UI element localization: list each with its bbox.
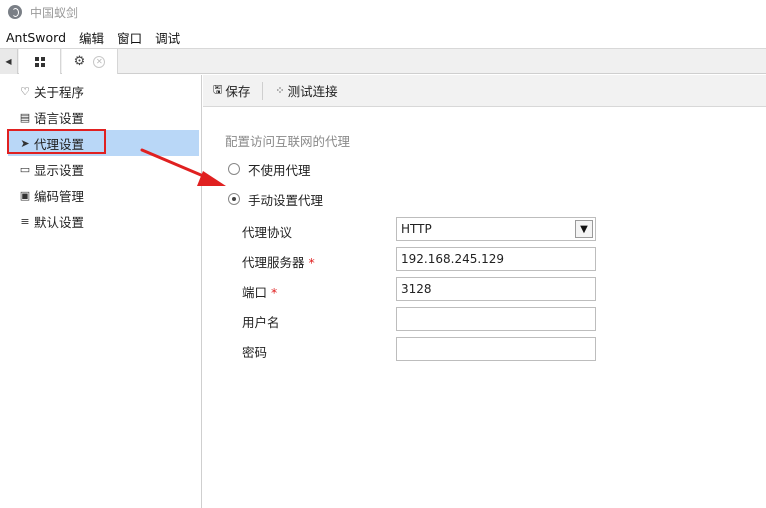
encoding-icon: ▣ — [19, 188, 31, 202]
sliders-icon: ≡ — [20, 214, 30, 228]
radio-manual-proxy[interactable]: 手动设置代理 — [228, 191, 324, 208]
sidebar-item-about[interactable]: ♡ 关于程序 — [8, 78, 199, 104]
sidebar-item-label: 编码管理 — [34, 188, 85, 204]
menu-edit[interactable]: 编辑 — [79, 28, 104, 47]
caret-left-icon: ◀ — [5, 57, 12, 66]
tab-bar: ◀ ⚙ ✕ — [0, 48, 766, 74]
sidebar-item-label: 关于程序 — [34, 84, 85, 100]
radio-no-proxy[interactable]: 不使用代理 — [228, 161, 311, 178]
username-label: 用户名 — [242, 315, 280, 330]
password-input[interactable] — [396, 337, 596, 361]
radio-no-proxy-label: 不使用代理 — [248, 162, 311, 178]
sidebar-item-language[interactable]: ▤ 语言设置 — [8, 104, 199, 130]
menu-bar: AntSword 编辑 窗口 调试 — [0, 27, 187, 47]
tab-shell-list[interactable] — [19, 49, 61, 74]
test-connection-button[interactable]: ⁘ 测试连接 — [275, 81, 337, 100]
sidebar-item-encoding[interactable]: ▣ 编码管理 — [8, 182, 199, 208]
gear-icon: ⚙ — [73, 54, 86, 69]
monitor-icon: ▭ — [19, 162, 31, 176]
proxy-section-title: 配置访问互联网的代理 — [225, 134, 351, 149]
tab-scroll-left-button[interactable]: ◀ — [0, 49, 18, 74]
password-label: 密码 — [242, 345, 268, 360]
sidebar-item-display[interactable]: ▭ 显示设置 — [8, 156, 199, 182]
settings-toolbar: 🖫 保存 ⁘ 测试连接 — [203, 75, 766, 107]
sidebar-item-defaults[interactable]: ≡ 默认设置 — [8, 208, 199, 234]
menu-window[interactable]: 窗口 — [117, 28, 142, 47]
menu-antsword[interactable]: AntSword — [6, 30, 66, 45]
tab-settings[interactable]: ⚙ ✕ — [62, 49, 118, 74]
port-input[interactable] — [396, 277, 596, 301]
username-input[interactable] — [396, 307, 596, 331]
spinner-icon: ⁘ — [275, 84, 285, 97]
proxy-server-input[interactable] — [396, 247, 596, 271]
required-asterisk: * — [271, 285, 278, 300]
toolbar-divider — [262, 81, 264, 100]
grid-icon — [34, 56, 45, 67]
language-icon: ▤ — [19, 110, 31, 124]
annotation-highlight-box — [7, 129, 106, 154]
protocol-label: 代理协议 — [242, 225, 293, 240]
sidebar-item-label: 默认设置 — [34, 214, 85, 230]
sidebar-item-label: 显示设置 — [34, 162, 85, 178]
chevron-down-icon[interactable]: ▼ — [575, 220, 593, 238]
required-asterisk: * — [308, 255, 315, 270]
title-bar: 中国蚁剑 — [0, 0, 766, 24]
heart-icon: ♡ — [20, 84, 30, 98]
radio-circle-checked[interactable] — [228, 193, 240, 205]
port-label-text: 端口 — [242, 285, 268, 300]
save-button[interactable]: 🖫 保存 — [213, 81, 250, 100]
port-label: 端口 * — [242, 282, 277, 301]
window-title: 中国蚁剑 — [30, 5, 79, 20]
radio-circle[interactable] — [228, 163, 240, 175]
proxy-server-label-text: 代理服务器 — [242, 255, 305, 270]
sidebar-item-label: 语言设置 — [34, 110, 85, 126]
protocol-select[interactable]: HTTP ▼ — [396, 217, 596, 241]
tab-close-icon[interactable]: ✕ — [93, 55, 106, 68]
save-button-label: 保存 — [225, 84, 251, 99]
antsword-logo-icon — [8, 5, 22, 19]
floppy-disk-icon: 🖫 — [213, 83, 223, 96]
protocol-select-value: HTTP — [401, 222, 432, 236]
proxy-server-label: 代理服务器 * — [242, 252, 315, 271]
radio-manual-proxy-label: 手动设置代理 — [248, 192, 324, 208]
menu-debug[interactable]: 调试 — [155, 28, 180, 47]
test-connection-label: 测试连接 — [287, 84, 338, 99]
